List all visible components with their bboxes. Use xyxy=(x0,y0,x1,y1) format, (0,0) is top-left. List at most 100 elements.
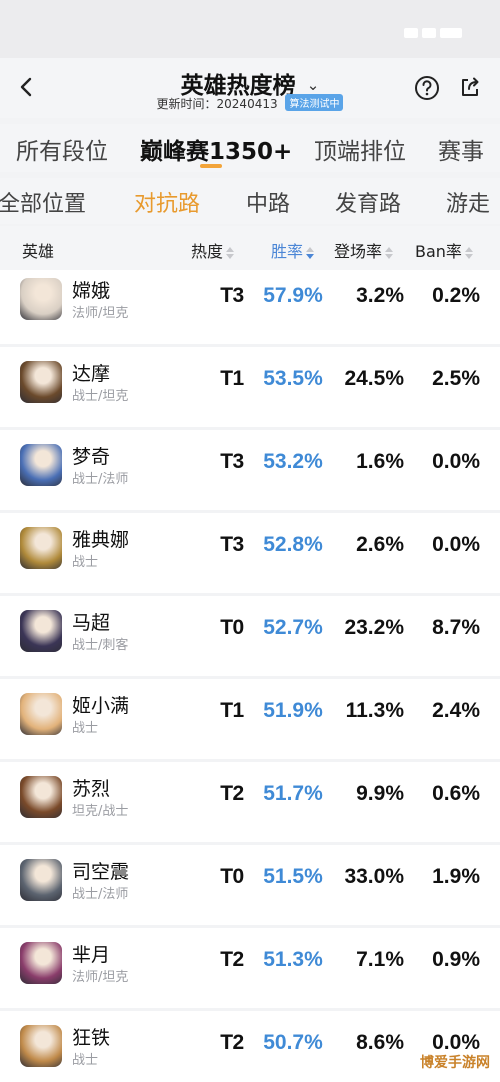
hero-avatar xyxy=(20,776,62,818)
hero-row[interactable]: 梦奇 战士/法师 T3 53.2% 1.6% 0.0% xyxy=(0,430,500,510)
header: 英雄热度榜 ⌄ 更新时间：20240413 算法测试中 xyxy=(0,58,500,118)
hero-row[interactable]: 达摩 战士/坦克 T1 53.5% 24.5% 2.5% xyxy=(0,347,500,427)
share-icon[interactable] xyxy=(458,75,482,99)
col-win-rate[interactable]: 胜率 xyxy=(271,238,315,262)
watermark-text: 博爱手游网 xyxy=(420,1055,490,1071)
system-status-icons xyxy=(400,22,470,38)
chevron-down-icon[interactable]: ⌄ xyxy=(307,76,320,94)
hero-avatar xyxy=(20,859,62,901)
hero-role: 战士 xyxy=(72,1053,99,1068)
col-win-rate-label: 胜率 xyxy=(271,242,304,261)
hero-ban-rate: 0.0% xyxy=(432,533,480,556)
hero-win-rate: 52.7% xyxy=(263,616,323,639)
hero-role: 战士 xyxy=(72,721,99,736)
hero-tier: T1 xyxy=(220,699,244,722)
tab-roam[interactable]: 游走 xyxy=(446,186,490,218)
hero-win-rate: 53.5% xyxy=(263,367,323,390)
hero-avatar xyxy=(20,942,62,984)
hero-name: 司空震 xyxy=(72,861,130,883)
hero-name: 姬小满 xyxy=(72,695,130,717)
hero-role: 战士 xyxy=(72,555,99,570)
hero-pick-rate: 33.0% xyxy=(344,865,404,888)
hero-ban-rate: 0.9% xyxy=(432,948,480,971)
hero-role: 战士/坦克 xyxy=(72,389,129,404)
hero-tier: T3 xyxy=(220,450,244,473)
tab-mid-lane[interactable]: 中路 xyxy=(246,186,290,218)
hero-role: 法师/坦克 xyxy=(72,306,129,321)
sort-desc-icon xyxy=(306,246,315,259)
hero-name: 嫦娥 xyxy=(72,280,111,302)
hero-avatar xyxy=(20,527,62,569)
hero-pick-rate: 24.5% xyxy=(344,367,404,390)
hero-win-rate: 50.7% xyxy=(263,1031,323,1054)
hero-avatar xyxy=(20,278,62,320)
col-pick-rate-label: 登场率 xyxy=(334,242,383,261)
sort-icon xyxy=(464,246,473,259)
tab-farm-lane[interactable]: 发育路 xyxy=(335,186,401,218)
help-icon[interactable] xyxy=(414,75,440,101)
hero-tier: T3 xyxy=(220,284,244,307)
hero-pick-rate: 8.6% xyxy=(356,1031,404,1054)
hero-pick-rate: 9.9% xyxy=(356,782,404,805)
hero-tier: T0 xyxy=(220,865,244,888)
hero-pick-rate: 1.6% xyxy=(356,450,404,473)
hero-avatar xyxy=(20,1025,62,1067)
hero-role: 战士/法师 xyxy=(72,472,129,487)
hero-tier: T2 xyxy=(220,782,244,805)
col-pick-rate[interactable]: 登场率 xyxy=(334,238,394,262)
hero-ban-rate: 2.5% xyxy=(432,367,480,390)
col-ban-rate[interactable]: Ban率 xyxy=(415,238,473,262)
tab-top-ranked[interactable]: 顶端排位 xyxy=(314,132,406,166)
hero-role: 坦克/战士 xyxy=(72,804,129,819)
hero-avatar xyxy=(20,610,62,652)
hero-name: 梦奇 xyxy=(72,446,111,468)
hero-avatar xyxy=(20,361,62,403)
hero-ban-rate: 0.6% xyxy=(432,782,480,805)
tab-clash-lane[interactable]: 对抗路 xyxy=(134,186,200,218)
sort-icon xyxy=(385,246,394,259)
hero-tier: T1 xyxy=(220,367,244,390)
hero-pick-rate: 11.3% xyxy=(345,699,404,722)
tab-peak-1350[interactable]: 巅峰赛1350+ xyxy=(140,132,292,166)
hero-row[interactable]: 嫦娥法师/坦克 T3 57.9% 3.2% 0.2% xyxy=(0,270,500,344)
hero-name: 马超 xyxy=(72,612,111,634)
col-heat-label: 热度 xyxy=(191,242,224,261)
position-tabs: 全部位置 对抗路 中路 发育路 游走 xyxy=(0,178,500,224)
hero-win-rate: 51.5% xyxy=(263,865,323,888)
col-ban-rate-label: Ban率 xyxy=(415,242,462,261)
tab-all-ranks[interactable]: 所有段位 xyxy=(16,132,108,166)
hero-win-rate: 57.9% xyxy=(263,284,323,307)
hero-ban-rate: 2.4% xyxy=(432,699,480,722)
hero-ban-rate: 8.7% xyxy=(432,616,480,639)
hero-ban-rate: 1.9% xyxy=(432,865,480,888)
hero-pick-rate: 3.2% xyxy=(356,284,404,307)
hero-pick-rate: 2.6% xyxy=(356,533,404,556)
tab-tournament[interactable]: 赛事 xyxy=(438,132,484,166)
hero-row[interactable]: 姬小满 战士 T1 51.9% 11.3% 2.4% xyxy=(0,679,500,759)
hero-tier: T2 xyxy=(220,1031,244,1054)
hero-role: 战士/刺客 xyxy=(72,638,129,653)
hero-row[interactable]: 芈月 法师/坦克 T2 51.3% 7.1% 0.9% xyxy=(0,928,500,1008)
hero-pick-rate: 23.2% xyxy=(344,616,404,639)
hero-list[interactable]: 嫦娥 法师/坦克 T3 57.9% 3.2% 0.2% 达摩 战士/坦克 T1 53.5% 24.5… xyxy=(0,270,500,1082)
hero-name: 芈月 xyxy=(72,944,111,966)
tab-all-positions[interactable]: 全部位置 xyxy=(0,186,86,218)
hero-ban-rate: 0.2% xyxy=(432,284,480,307)
update-time: 更新时间：20240413 xyxy=(156,97,278,111)
hero-row[interactable]: 苏烈 坦克/战士 T2 51.7% 9.9% 0.6% xyxy=(0,762,500,842)
hero-row[interactable]: 司空震 战士/法师 T0 51.5% 33.0% 1.9% xyxy=(0,845,500,925)
hero-tier: T3 xyxy=(220,533,244,556)
column-header: 英雄 热度 胜率 登场率 Ban率 xyxy=(0,226,500,270)
active-tab-indicator xyxy=(200,164,222,168)
col-heat[interactable]: 热度 xyxy=(191,238,235,262)
status-bar xyxy=(0,0,500,58)
hero-row[interactable]: 马超 战士/刺客 T0 52.7% 23.2% 8.7% xyxy=(0,596,500,676)
hero-ban-rate: 0.0% xyxy=(432,450,480,473)
hero-row[interactable]: 雅典娜 战士 T3 52.8% 2.6% 0.0% xyxy=(0,513,500,593)
hero-pick-rate: 7.1% xyxy=(356,948,404,971)
watermark: 博爱手游网 xyxy=(420,1052,490,1072)
hero-win-rate: 51.7% xyxy=(263,782,323,805)
tier-tabs: 所有段位 巅峰赛1350+ 顶端排位 赛事 xyxy=(0,124,500,172)
hero-tier: T2 xyxy=(220,948,244,971)
hero-win-rate: 52.8% xyxy=(263,533,323,556)
